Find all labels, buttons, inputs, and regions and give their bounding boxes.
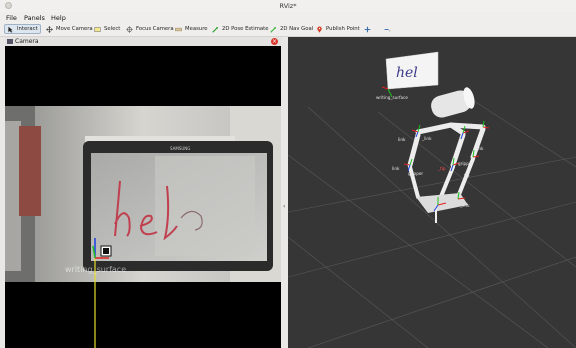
nav-arrow-icon [270, 26, 276, 33]
map-pin-icon [317, 25, 322, 33]
green-arrow-icon [212, 26, 218, 33]
ground-grid [288, 96, 576, 348]
frame-label-link-e: link [392, 166, 400, 171]
cursor-icon [8, 26, 13, 33]
frame-label-gripper-a: gripper [408, 171, 423, 176]
robot-top-cylinder [431, 87, 475, 118]
minus-dropdown-icon [384, 28, 391, 32]
plus-icon [364, 26, 371, 32]
ruler-icon [175, 27, 182, 31]
move-camera-label: Move Camera [56, 26, 93, 32]
frame-label-gripper-b: gripper [458, 161, 473, 166]
frame-label-link-a: link [466, 123, 474, 128]
camera-image-view[interactable]: SAMSUNG writing_surface [5, 46, 281, 348]
render-scene: hel writing_surface link _link link link… [288, 51, 576, 348]
frame-label-writing-surface: writing_surface [376, 95, 408, 100]
nav-goal-button[interactable]: 2D Nav Goal [268, 24, 315, 34]
tablet-brand: SAMSUNG [170, 146, 190, 151]
camera-icon [7, 39, 13, 44]
menu-bar: File Panels Help [0, 12, 576, 23]
interact-button[interactable]: Interact [4, 24, 41, 34]
select-box-icon [94, 26, 101, 32]
writing-surface-overlay: writing_surface [65, 265, 126, 274]
3d-render-view[interactable]: hel writing_surface link _link link link… [288, 37, 576, 348]
menu-panels[interactable]: Panels [24, 14, 45, 22]
publish-point-label: Publish Point [326, 26, 360, 32]
frame-label-link-d: link [476, 146, 484, 151]
pose-estimate-button[interactable]: 2D Pose Estimate [210, 24, 270, 34]
frame-label-tip-a: _tip [437, 166, 446, 171]
frame-label-link-b: _link [421, 136, 432, 141]
menu-help[interactable]: Help [51, 14, 66, 22]
move-icon [46, 25, 53, 33]
camera-scene: SAMSUNG writing_surface [5, 46, 281, 348]
remove-tool-button[interactable] [382, 24, 393, 34]
crosshair-icon [126, 25, 133, 33]
frame-label-tip-b: tip [464, 173, 470, 178]
add-tool-button[interactable] [362, 24, 373, 34]
whiteboard-text: hel [396, 65, 418, 81]
nav-goal-label: 2D Nav Goal [280, 26, 314, 32]
menu-file[interactable]: File [6, 14, 17, 22]
select-label: Select [104, 26, 121, 32]
close-panel-button[interactable]: × [271, 38, 278, 45]
move-camera-button[interactable]: Move Camera [44, 24, 95, 34]
camera-panel-header: Camera × [5, 37, 281, 46]
select-button[interactable]: Select [92, 24, 122, 34]
publish-point-button[interactable]: Publish Point [314, 24, 362, 34]
interact-label: Interact [17, 26, 38, 32]
pose-estimate-label: 2D Pose Estimate [222, 26, 269, 32]
frame-label-link-c: link [398, 137, 406, 142]
window-title: RViz* [279, 2, 297, 10]
focus-camera-button[interactable]: Focus Camera [124, 24, 176, 34]
measure-button[interactable]: Measure [173, 24, 210, 34]
collapse-arrow-icon[interactable]: ‹ [283, 203, 285, 210]
frame-label-link-f: _link [459, 203, 470, 208]
measure-label: Measure [185, 26, 208, 32]
focus-camera-label: Focus Camera [136, 26, 174, 32]
toolbar: Interact Move Camera Select Focus Camera… [0, 23, 576, 37]
camera-panel-title: Camera [15, 38, 39, 45]
